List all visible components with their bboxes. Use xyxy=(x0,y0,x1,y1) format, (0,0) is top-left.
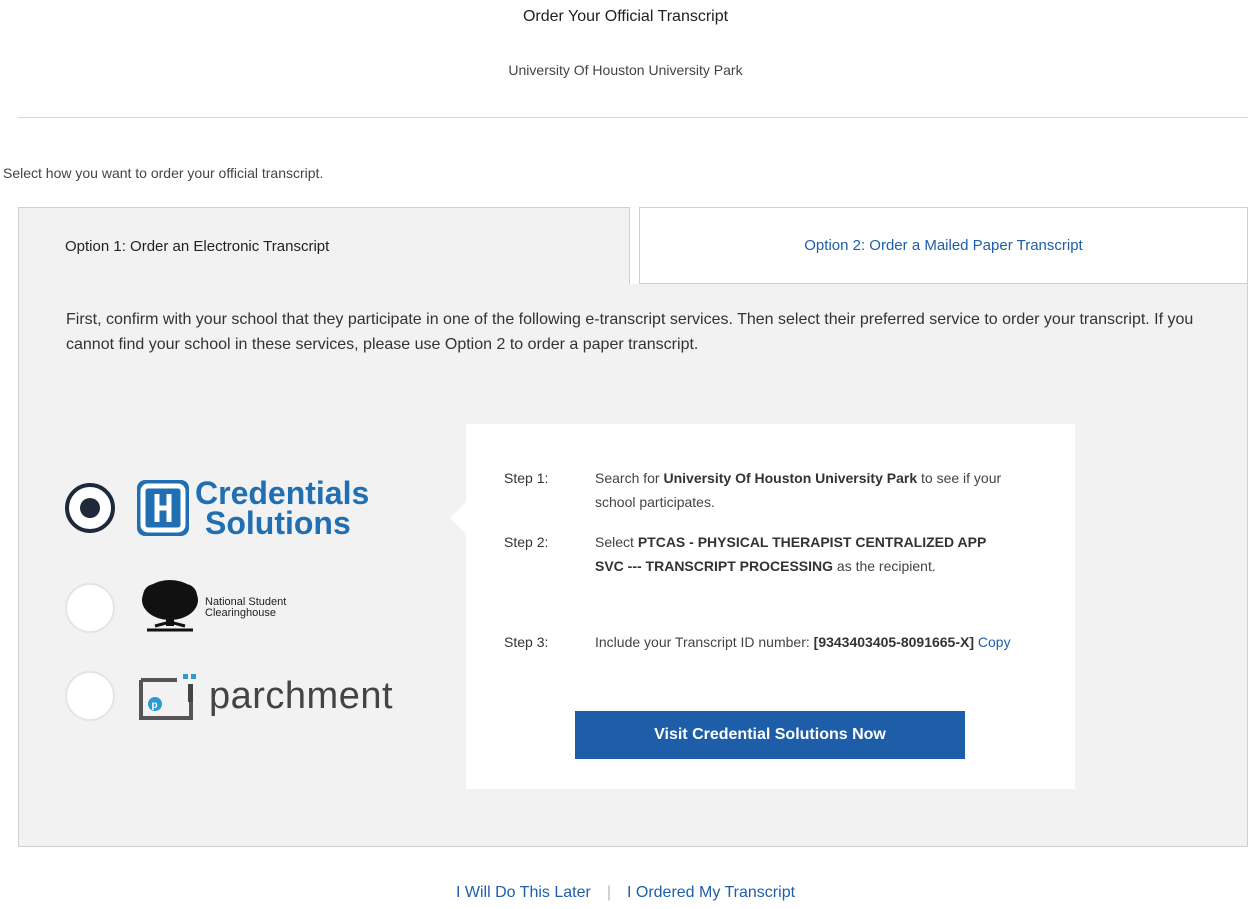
school-name: University Of Houston University Park xyxy=(508,62,743,78)
step-3-text-pre: Include your Transcript ID number: xyxy=(595,634,814,650)
visit-credential-solutions-button[interactable]: Visit Credential Solutions Now xyxy=(575,711,965,759)
tab-electronic-label: Option 1: Order an Electronic Transcript xyxy=(65,238,330,255)
card-pointer-arrow xyxy=(450,502,466,534)
step-2-text-post: as the recipient. xyxy=(833,558,936,574)
service-option-national-student-clearinghouse[interactable]: National Student Clearinghouse xyxy=(65,578,286,638)
ordered-transcript-link[interactable]: I Ordered My Transcript xyxy=(627,884,795,902)
step-1-school: University Of Houston University Park xyxy=(663,470,918,486)
copy-transcript-id-link[interactable]: Copy xyxy=(978,634,1011,650)
nsc-logo-line2: Clearinghouse xyxy=(205,607,276,619)
step-2-label: Step 2: xyxy=(504,534,549,550)
footer-separator: | xyxy=(606,884,611,901)
tab-mailed-label: Option 2: Order a Mailed Paper Transcrip… xyxy=(804,237,1083,254)
transcript-id: [9343403405-8091665-X] xyxy=(813,634,975,650)
radio-credentials-solutions[interactable] xyxy=(65,483,115,533)
tab-mailed-paper-transcript[interactable]: Option 2: Order a Mailed Paper Transcrip… xyxy=(639,207,1248,284)
tab-electronic-transcript[interactable]: Option 1: Order an Electronic Transcript xyxy=(18,207,630,285)
service-instructions-card: Step 1: Search for University Of Houston… xyxy=(450,424,1075,789)
credentials-logo-line2: Solutions xyxy=(205,505,351,541)
national-student-clearinghouse-logo: National Student Clearinghouse xyxy=(137,578,286,638)
step-2-text-pre: Select xyxy=(595,534,638,550)
parchment-logo-text: parchment xyxy=(209,674,394,717)
header-divider xyxy=(18,117,1248,118)
intro-text: First, confirm with your school that the… xyxy=(66,311,1194,353)
do-later-link[interactable]: I Will Do This Later xyxy=(456,884,591,902)
radio-national-student-clearinghouse[interactable] xyxy=(65,583,115,633)
instruction-text: Select how you want to order your offici… xyxy=(3,165,324,181)
service-option-parchment[interactable]: p parchment xyxy=(65,668,393,724)
page-title: Order Your Official Transcript xyxy=(522,8,729,25)
credentials-solutions-logo: Credentials Solutions xyxy=(137,477,369,541)
svg-text:p: p xyxy=(152,700,158,711)
step-1-label: Step 1: xyxy=(504,470,549,486)
electronic-transcript-panel: First, confirm with your school that the… xyxy=(18,284,1248,847)
tree-logo-icon xyxy=(142,580,198,632)
radio-parchment[interactable] xyxy=(65,671,115,721)
parchment-logo-icon: p xyxy=(139,674,196,720)
step-1-text-pre: Search for xyxy=(595,470,664,486)
step-3-label: Step 3: xyxy=(504,634,549,650)
parchment-logo: p parchment xyxy=(137,668,393,724)
service-option-credentials-solutions[interactable]: Credentials Solutions xyxy=(65,477,369,541)
footer-links: I Will Do This Later | I Ordered My Tran… xyxy=(0,884,1251,902)
credentials-solutions-logo-icon xyxy=(137,480,189,536)
